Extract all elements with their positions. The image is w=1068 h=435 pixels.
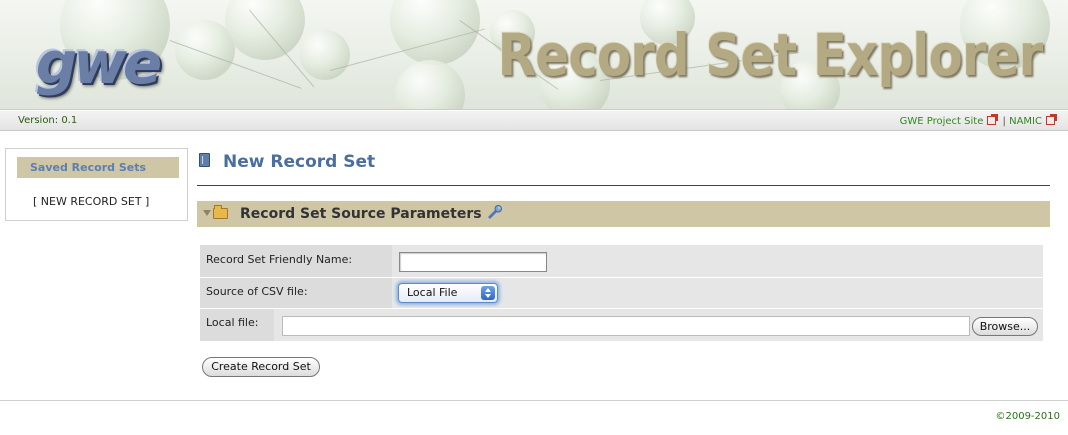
header-banner: gwe Record Set Explorer — [0, 0, 1068, 110]
section-header: Record Set Source Parameters — [197, 201, 1050, 227]
sidebar: Saved Record Sets [ NEW RECORD SET ] — [5, 148, 188, 221]
namic-link[interactable]: NAMIC — [1009, 116, 1042, 127]
external-link-icon — [1046, 114, 1057, 125]
browse-button[interactable]: Browse... — [972, 317, 1038, 336]
copyright: ©2009-2010 — [995, 411, 1060, 422]
section-title: Record Set Source Parameters — [240, 206, 482, 222]
local-file-label: Local file: — [200, 309, 274, 341]
form-row-csv-source: Source of CSV file: Local File — [200, 278, 1043, 308]
decorative-bubble — [300, 30, 350, 80]
footer-divider — [0, 400, 1068, 401]
form-row-local-file: Local file: Browse... — [200, 309, 1043, 341]
csv-source-cell: Local File — [394, 278, 1043, 308]
title-divider — [197, 185, 1050, 186]
csv-source-label: Source of CSV file: — [200, 278, 392, 308]
app-title: Record Set Explorer — [497, 21, 1043, 89]
wrench-icon[interactable] — [488, 204, 503, 219]
link-separator: | — [1002, 116, 1006, 127]
select-arrows-icon — [481, 286, 495, 300]
top-links: GWE Project Site | NAMIC — [900, 114, 1058, 127]
local-file-cell: Browse... — [276, 309, 1043, 341]
page-title: New Record Set — [223, 152, 376, 172]
gwe-project-site-link[interactable]: GWE Project Site — [900, 116, 984, 127]
collapse-arrow-icon[interactable] — [203, 210, 211, 216]
csv-source-select[interactable]: Local File — [398, 283, 498, 303]
sidebar-heading: Saved Record Sets — [17, 157, 179, 178]
local-file-path-field[interactable] — [282, 316, 970, 336]
form-row-friendly-name: Record Set Friendly Name: — [200, 245, 1043, 277]
book-icon — [199, 153, 210, 167]
version-bar: Version: 0.1 GWE Project Site | NAMIC — [0, 111, 1068, 131]
friendly-name-cell — [394, 245, 1043, 277]
external-link-icon — [987, 114, 999, 125]
decorative-bubble — [395, 60, 465, 109]
version-label: Version: 0.1 — [18, 115, 78, 126]
friendly-name-label: Record Set Friendly Name: — [200, 245, 392, 277]
sidebar-item-new-record-set[interactable]: [ NEW RECORD SET ] — [33, 195, 149, 208]
csv-source-selected: Local File — [407, 286, 458, 299]
open-folder-icon — [213, 205, 228, 219]
friendly-name-input[interactable] — [399, 252, 547, 272]
create-record-set-button[interactable]: Create Record Set — [202, 357, 320, 377]
gwe-logo: gwe — [35, 29, 162, 97]
